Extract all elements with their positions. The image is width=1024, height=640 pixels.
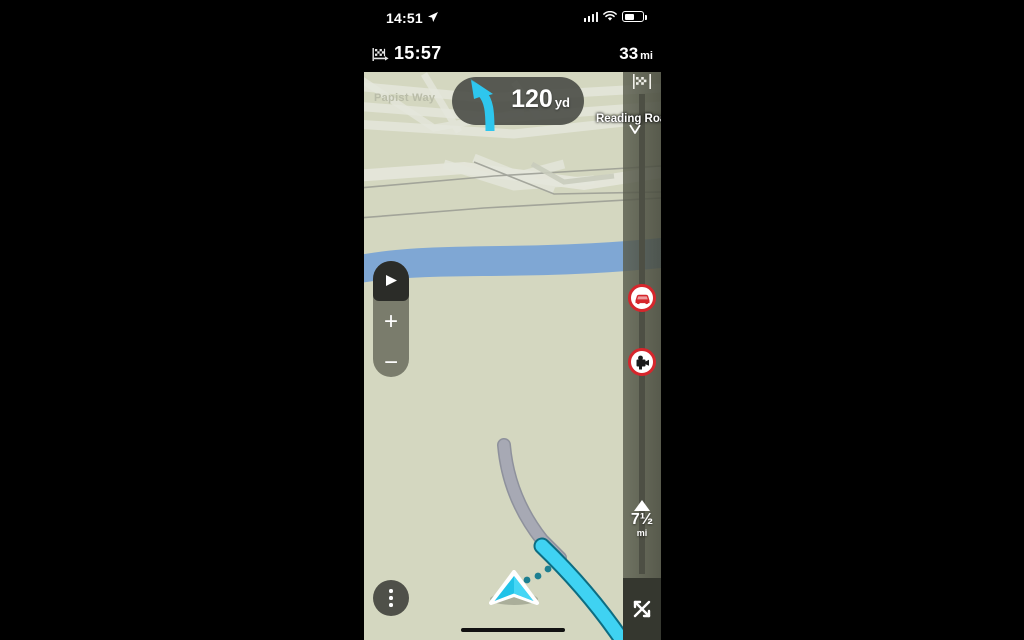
- route-bar-current-position: 7½ mi: [623, 500, 661, 540]
- wifi-icon: [603, 11, 617, 21]
- vehicle-position-chevron-icon: [489, 570, 539, 605]
- checkered-flag-icon: [633, 74, 651, 89]
- route-bar-distance: 7½: [630, 511, 654, 528]
- map-label-papist-way: Papist Way: [374, 92, 436, 104]
- status-bar-indicators: [583, 11, 647, 22]
- more-options-dots-icon[interactable]: [373, 580, 409, 616]
- cellular-signal-icon: [583, 11, 598, 22]
- zoom-in-button[interactable]: +: [373, 303, 409, 341]
- position-up-arrow-icon: [634, 500, 650, 511]
- route-event-traffic[interactable]: [628, 284, 656, 312]
- turn-instruction-panel[interactable]: 120 yd: [452, 77, 584, 131]
- route-bar[interactable]: 7½ mi: [623, 72, 661, 640]
- remaining-distance-value: 33: [619, 44, 639, 63]
- speed-camera-icon: [636, 355, 649, 369]
- navigation-eta-header: 15:57 33 mi: [364, 38, 661, 72]
- traffic-jam-car-icon: [635, 294, 649, 304]
- turn-distance-value: 120: [511, 85, 553, 113]
- battery-icon: [622, 11, 647, 22]
- map-canvas[interactable]: Papist Way 120 yd + − 7½ mi Reading Ro: [364, 72, 661, 640]
- route-bar-toggle-button[interactable]: [623, 578, 661, 640]
- phone-viewport: 14:51 15:57 33 mi Papist Way 120 yd + − …: [364, 0, 661, 640]
- zoom-out-button[interactable]: −: [373, 344, 409, 382]
- follow-mode-button[interactable]: [373, 261, 409, 301]
- home-indicator-bar: [460, 628, 565, 632]
- turn-distance: 120 yd: [511, 85, 570, 114]
- chevron-down-marker-icon: [629, 124, 641, 134]
- route-bar-distance-unit: mi: [636, 528, 648, 538]
- screenshot-root: 14:51 15:57 33 mi Papist Way 120 yd + − …: [0, 0, 1024, 640]
- system-status-bar: 14:51: [364, 0, 661, 38]
- location-arrow-icon: [428, 12, 438, 22]
- checkered-flag-icon: [372, 48, 389, 61]
- turn-distance-unit: yd: [554, 95, 570, 110]
- arrival-time: 15:57: [394, 43, 442, 63]
- status-bar-clock: 14:51: [386, 10, 423, 26]
- remaining-distance-unit: mi: [640, 50, 653, 62]
- expand-collapse-arrows-icon: [633, 600, 651, 618]
- remaining-distance: 33 mi: [619, 44, 653, 64]
- navigate-cursor-icon: [386, 275, 397, 286]
- turn-left-arrow-icon: [469, 78, 495, 131]
- route-event-speed-camera[interactable]: [628, 348, 656, 376]
